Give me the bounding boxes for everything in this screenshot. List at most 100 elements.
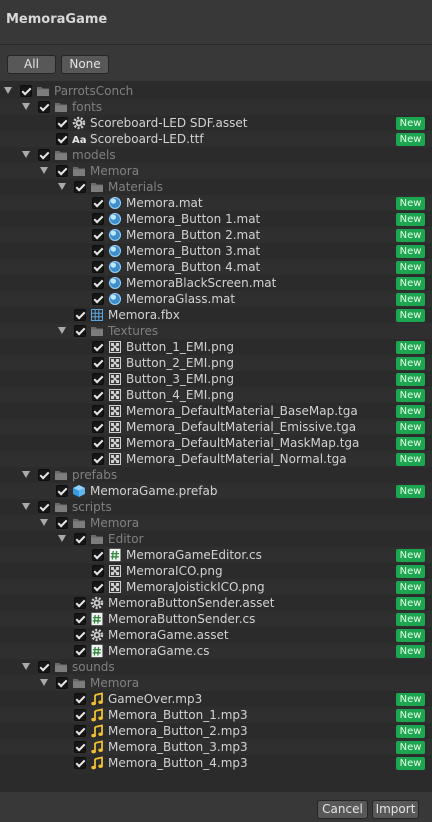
include-checkbox[interactable] xyxy=(92,565,104,577)
tree-asset-row[interactable]: Button_3_EMI.png New xyxy=(0,371,432,387)
include-checkbox[interactable] xyxy=(38,501,50,513)
include-checkbox[interactable] xyxy=(74,757,86,769)
include-checkbox[interactable] xyxy=(74,645,86,657)
tree-asset-row[interactable]: Memora_DefaultMaterial_BaseMap.tga New xyxy=(0,403,432,419)
expand-arrow-icon[interactable] xyxy=(22,663,30,670)
expand-arrow-icon[interactable] xyxy=(58,183,66,190)
tree-folder-row[interactable]: Textures xyxy=(0,323,432,339)
tree-asset-row[interactable]: Memora_Button 1.mat New xyxy=(0,211,432,227)
tree-asset-row[interactable]: Memora_Button_1.mp3 New xyxy=(0,707,432,723)
include-checkbox[interactable] xyxy=(92,389,104,401)
tree-folder-row[interactable]: Memora xyxy=(0,675,432,691)
import-tree-list[interactable]: ParrotsConch fonts Scoreboard-LED SDF.asse… xyxy=(0,81,432,792)
tree-asset-row[interactable]: Memora.fbx New xyxy=(0,307,432,323)
all-button[interactable]: All xyxy=(7,55,56,74)
include-checkbox[interactable] xyxy=(74,613,86,625)
tree-asset-row[interactable]: Memora_DefaultMaterial_Normal.tga New xyxy=(0,451,432,467)
expand-arrow-icon[interactable] xyxy=(40,519,48,526)
expand-arrow-icon[interactable] xyxy=(22,103,30,110)
tree-folder-row[interactable]: Memora xyxy=(0,163,432,179)
expand-arrow-icon[interactable] xyxy=(40,167,48,174)
tree-asset-row[interactable]: Button_1_EMI.png New xyxy=(0,339,432,355)
include-checkbox[interactable] xyxy=(56,117,68,129)
include-checkbox[interactable] xyxy=(56,517,68,529)
expand-arrow-icon[interactable] xyxy=(40,679,48,686)
tree-asset-row[interactable]: Memora_Button 4.mat New xyxy=(0,259,432,275)
tree-folder-row[interactable]: prefabs xyxy=(0,467,432,483)
expand-arrow-icon[interactable] xyxy=(22,471,30,478)
include-checkbox[interactable] xyxy=(20,85,32,97)
tree-folder-row[interactable]: Materials xyxy=(0,179,432,195)
tree-folder-row[interactable]: Memora xyxy=(0,515,432,531)
tree-asset-row[interactable]: MemoraButtonSender.cs New xyxy=(0,611,432,627)
expand-arrow-icon[interactable] xyxy=(22,151,30,158)
include-checkbox[interactable] xyxy=(92,213,104,225)
include-checkbox[interactable] xyxy=(92,261,104,273)
tree-asset-row[interactable]: Memora.mat New xyxy=(0,195,432,211)
tree-asset-row[interactable]: Memora_DefaultMaterial_Emissive.tga New xyxy=(0,419,432,435)
include-checkbox[interactable] xyxy=(74,181,86,193)
tree-asset-row[interactable]: Button_2_EMI.png New xyxy=(0,355,432,371)
tree-folder-row[interactable]: ParrotsConch xyxy=(0,83,432,99)
tree-asset-row[interactable]: MemoraButtonSender.asset New xyxy=(0,595,432,611)
include-checkbox[interactable] xyxy=(92,293,104,305)
include-checkbox[interactable] xyxy=(92,549,104,561)
include-checkbox[interactable] xyxy=(92,453,104,465)
tree-asset-row[interactable]: Memora_DefaultMaterial_MaskMap.tga New xyxy=(0,435,432,451)
include-checkbox[interactable] xyxy=(38,661,50,673)
tree-asset-row[interactable]: MemoraGameEditor.cs New xyxy=(0,547,432,563)
tree-asset-row[interactable]: MemoraBlackScreen.mat New xyxy=(0,275,432,291)
include-checkbox[interactable] xyxy=(74,325,86,337)
tree-asset-row[interactable]: Scoreboard-LED SDF.asset New xyxy=(0,115,432,131)
include-checkbox[interactable] xyxy=(74,709,86,721)
include-checkbox[interactable] xyxy=(74,309,86,321)
include-checkbox[interactable] xyxy=(92,357,104,369)
tree-asset-row[interactable]: MemoraICO.png New xyxy=(0,563,432,579)
include-checkbox[interactable] xyxy=(38,469,50,481)
include-checkbox[interactable] xyxy=(74,629,86,641)
include-checkbox[interactable] xyxy=(92,245,104,257)
import-button[interactable]: Import xyxy=(372,800,419,819)
include-checkbox[interactable] xyxy=(92,437,104,449)
include-checkbox[interactable] xyxy=(38,149,50,161)
tree-asset-row[interactable]: Memora_Button_4.mp3 New xyxy=(0,755,432,771)
include-checkbox[interactable] xyxy=(74,693,86,705)
tree-asset-row[interactable]: Memora_Button_2.mp3 New xyxy=(0,723,432,739)
include-checkbox[interactable] xyxy=(92,405,104,417)
tree-folder-row[interactable]: sounds xyxy=(0,659,432,675)
include-checkbox[interactable] xyxy=(92,341,104,353)
tree-asset-row[interactable]: MemoraGame.cs New xyxy=(0,643,432,659)
tree-asset-row[interactable]: MemoraJoistickICO.png New xyxy=(0,579,432,595)
include-checkbox[interactable] xyxy=(74,533,86,545)
include-checkbox[interactable] xyxy=(92,197,104,209)
include-checkbox[interactable] xyxy=(74,597,86,609)
tree-folder-row[interactable]: fonts xyxy=(0,99,432,115)
include-checkbox[interactable] xyxy=(92,373,104,385)
tree-asset-row[interactable]: Memora_Button 2.mat New xyxy=(0,227,432,243)
tree-asset-row[interactable]: Aa Scoreboard-LED.ttf New xyxy=(0,131,432,147)
include-checkbox[interactable] xyxy=(74,741,86,753)
include-checkbox[interactable] xyxy=(56,677,68,689)
include-checkbox[interactable] xyxy=(56,165,68,177)
include-checkbox[interactable] xyxy=(56,133,68,145)
tree-asset-row[interactable]: MemoraGame.prefab New xyxy=(0,483,432,499)
cancel-button[interactable]: Cancel xyxy=(317,800,368,819)
include-checkbox[interactable] xyxy=(92,581,104,593)
expand-arrow-icon[interactable] xyxy=(4,87,12,94)
expand-arrow-icon[interactable] xyxy=(22,503,30,510)
tree-folder-row[interactable]: scripts xyxy=(0,499,432,515)
include-checkbox[interactable] xyxy=(38,101,50,113)
include-checkbox[interactable] xyxy=(74,725,86,737)
tree-asset-row[interactable]: Memora_Button 3.mat New xyxy=(0,243,432,259)
expand-arrow-icon[interactable] xyxy=(58,535,66,542)
none-button[interactable]: None xyxy=(61,55,109,74)
tree-asset-row[interactable]: Memora_Button_3.mp3 New xyxy=(0,739,432,755)
tree-asset-row[interactable]: Button_4_EMI.png New xyxy=(0,387,432,403)
include-checkbox[interactable] xyxy=(56,485,68,497)
include-checkbox[interactable] xyxy=(92,277,104,289)
tree-asset-row[interactable]: MemoraGame.asset New xyxy=(0,627,432,643)
expand-arrow-icon[interactable] xyxy=(58,327,66,334)
tree-asset-row[interactable]: GameOver.mp3 New xyxy=(0,691,432,707)
tree-folder-row[interactable]: models xyxy=(0,147,432,163)
tree-folder-row[interactable]: Editor xyxy=(0,531,432,547)
